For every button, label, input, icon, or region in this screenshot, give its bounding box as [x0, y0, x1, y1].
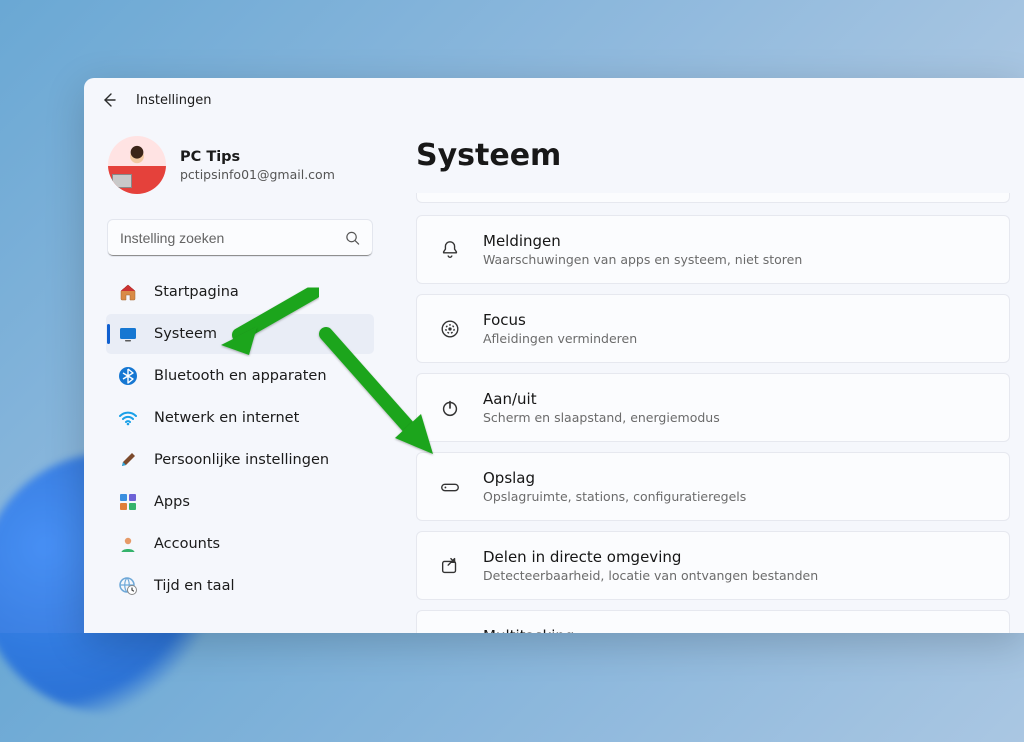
back-button[interactable]	[100, 91, 118, 109]
card-aanuit[interactable]: Aan/uit Scherm en slaapstand, energiemod…	[416, 373, 1010, 442]
card-title: Focus	[483, 311, 637, 329]
card-subtitle: Detecteerbaarheid, locatie van ontvangen…	[483, 568, 818, 583]
search-box	[108, 220, 372, 256]
card-title: Delen in directe omgeving	[483, 548, 818, 566]
card-peek	[416, 193, 1010, 203]
card-subtitle: Scherm en slaapstand, energiemodus	[483, 410, 720, 425]
wifi-icon	[118, 408, 138, 428]
bell-icon	[437, 237, 463, 263]
sidebar-item-startpagina[interactable]: Startpagina	[106, 272, 374, 312]
sidebar-item-label: Systeem	[154, 326, 217, 342]
sidebar-item-tijdtaal[interactable]: Tijd en taal	[106, 566, 374, 606]
sidebar-item-persoonlijke[interactable]: Persoonlijke instellingen	[106, 440, 374, 480]
card-subtitle: Afleidingen verminderen	[483, 331, 637, 346]
sidebar-item-apps[interactable]: Apps	[106, 482, 374, 522]
avatar	[108, 136, 166, 194]
sidebar-item-label: Netwerk en internet	[154, 410, 299, 426]
sidebar-item-label: Tijd en taal	[154, 578, 235, 594]
apps-icon	[118, 492, 138, 512]
card-title: Multitasking	[483, 627, 857, 633]
sidebar-item-systeem[interactable]: Systeem	[106, 314, 374, 354]
sidebar-item-bluetooth[interactable]: Bluetooth en apparaten	[106, 356, 374, 396]
nav-list: Startpagina Systeem Bluetooth en apparat…	[104, 272, 376, 606]
card-title: Aan/uit	[483, 390, 720, 408]
focus-icon	[437, 316, 463, 342]
sidebar: PC Tips pctipsinfo01@gmail.com Startpagi…	[84, 122, 390, 633]
titlebar: Instellingen	[84, 78, 1024, 122]
profile-email: pctipsinfo01@gmail.com	[180, 167, 335, 182]
drive-icon	[437, 474, 463, 500]
power-icon	[437, 395, 463, 421]
sidebar-item-label: Apps	[154, 494, 190, 510]
bluetooth-icon	[118, 366, 138, 386]
card-multitasking[interactable]: Multitasking Uitgelijnde vensters, burea…	[416, 610, 1010, 633]
sidebar-item-accounts[interactable]: Accounts	[106, 524, 374, 564]
app-title: Instellingen	[136, 93, 212, 108]
card-meldingen[interactable]: Meldingen Waarschuwingen van apps en sys…	[416, 215, 1010, 284]
card-opslag[interactable]: Opslag Opslagruimte, stations, configura…	[416, 452, 1010, 521]
card-title: Meldingen	[483, 232, 802, 250]
search-input[interactable]	[108, 220, 372, 256]
system-icon	[118, 324, 138, 344]
sidebar-item-netwerk[interactable]: Netwerk en internet	[106, 398, 374, 438]
brush-icon	[118, 450, 138, 470]
card-subtitle: Opslagruimte, stations, configuratierege…	[483, 489, 746, 504]
card-title: Opslag	[483, 469, 746, 487]
person-icon	[118, 534, 138, 554]
profile-block[interactable]: PC Tips pctipsinfo01@gmail.com	[104, 122, 376, 216]
profile-name: PC Tips	[180, 149, 335, 165]
sidebar-item-label: Bluetooth en apparaten	[154, 368, 327, 384]
settings-window: Instellingen PC Tips pctipsinfo01@gmail.…	[84, 78, 1024, 633]
share-icon	[437, 553, 463, 579]
card-focus[interactable]: Focus Afleidingen verminderen	[416, 294, 1010, 363]
sidebar-item-label: Startpagina	[154, 284, 239, 300]
main-content: Systeem Meldingen Waarschuwingen van app…	[390, 122, 1024, 633]
arrow-left-icon	[101, 92, 117, 108]
page-title: Systeem	[416, 138, 1010, 173]
search-icon	[345, 231, 360, 246]
home-icon	[118, 282, 138, 302]
card-subtitle: Waarschuwingen van apps en systeem, niet…	[483, 252, 802, 267]
card-delen[interactable]: Delen in directe omgeving Detecteerbaarh…	[416, 531, 1010, 600]
globe-clock-icon	[118, 576, 138, 596]
sidebar-item-label: Accounts	[154, 536, 220, 552]
sidebar-item-label: Persoonlijke instellingen	[154, 452, 329, 468]
